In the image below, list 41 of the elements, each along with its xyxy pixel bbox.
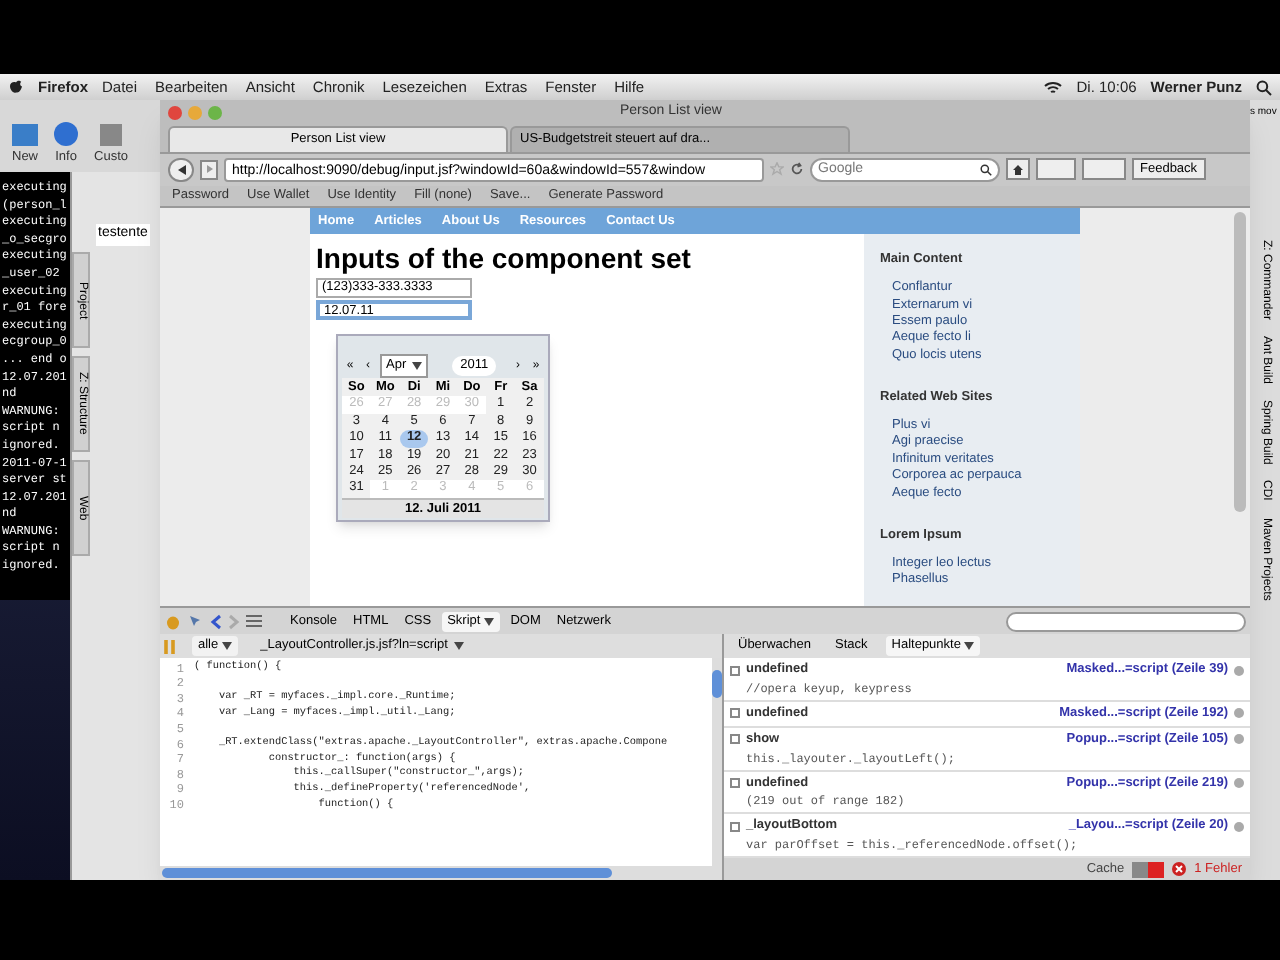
error-icon xyxy=(1172,862,1187,876)
checkbox[interactable] xyxy=(730,708,740,719)
wifi-icon[interactable] xyxy=(1044,79,1063,95)
toolbar-icon xyxy=(12,124,38,147)
inspect-icon[interactable] xyxy=(188,613,204,630)
remove-icon[interactable] xyxy=(1234,734,1244,745)
close-icon[interactable] xyxy=(168,105,182,120)
toolbar-icon xyxy=(54,122,79,147)
home-button[interactable] xyxy=(1006,158,1030,181)
back-button[interactable] xyxy=(168,157,194,182)
caret-icon xyxy=(412,362,423,371)
home-icon xyxy=(1012,163,1024,176)
checkbox[interactable] xyxy=(730,777,740,788)
caret-icon xyxy=(222,642,233,651)
caret-icon xyxy=(964,642,975,651)
cache-toggle[interactable] xyxy=(1132,861,1165,877)
checkbox[interactable] xyxy=(730,665,740,676)
search-icon xyxy=(980,163,992,176)
forward-button[interactable] xyxy=(200,159,218,180)
reload-icon[interactable] xyxy=(790,162,804,177)
forward-arrow-icon xyxy=(205,164,213,175)
star-icon[interactable] xyxy=(770,162,784,177)
menu-icon[interactable] xyxy=(246,614,262,629)
bug-icon[interactable] xyxy=(164,613,182,630)
firebug-search-field[interactable] xyxy=(1006,611,1246,632)
checkbox[interactable] xyxy=(730,734,740,745)
scrollbar-thumb xyxy=(712,670,722,699)
remove-icon[interactable] xyxy=(1234,708,1244,719)
back-arrow-icon xyxy=(175,163,187,176)
page-heading: Inputs of the component set xyxy=(316,242,693,275)
apple-icon[interactable] xyxy=(8,78,24,96)
remove-icon[interactable] xyxy=(1234,665,1244,676)
search-icon[interactable] xyxy=(1256,79,1272,95)
caret-icon xyxy=(484,617,495,626)
checkbox[interactable] xyxy=(730,821,740,832)
caret-icon xyxy=(453,642,464,651)
remove-icon[interactable] xyxy=(1234,821,1244,832)
remove-icon[interactable] xyxy=(1234,777,1244,788)
extension-button[interactable] xyxy=(1082,158,1126,181)
toolbar-icon xyxy=(100,124,122,147)
pause-icon[interactable] xyxy=(164,639,176,654)
